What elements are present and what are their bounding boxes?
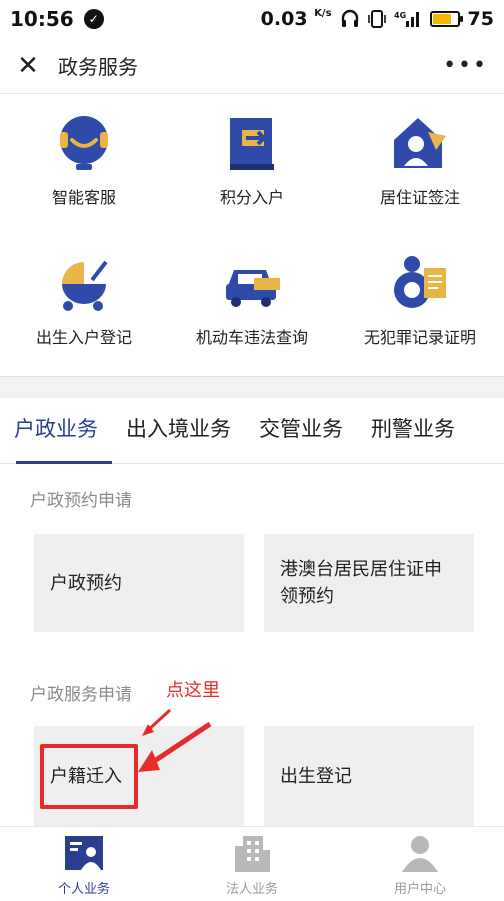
nav-label: 用户中心: [393, 882, 446, 897]
service-points-household[interactable]: 积分入户: [168, 110, 336, 208]
close-icon[interactable]: ✕: [16, 53, 40, 79]
tab-household[interactable]: 户政业务: [0, 398, 112, 464]
annotation-highlight-box: [40, 744, 138, 809]
nav-personal[interactable]: 个人业务: [0, 827, 168, 901]
annotation-hint: 点这里: [166, 680, 220, 701]
battery-fill: [432, 14, 451, 24]
vehicle-violation-icon: [226, 270, 280, 307]
service-label: 无犯罪记录证明: [363, 328, 476, 347]
title-bar: ✕ 政务服务 •••: [0, 38, 504, 94]
residence-permit-icon: [394, 118, 446, 168]
network-speed: 0.03 K/s: [260, 8, 332, 30]
service-label: 机动车违法查询: [195, 328, 308, 347]
service-label: 智能客服: [51, 188, 116, 207]
service-customer-service[interactable]: 智能客服: [0, 110, 168, 208]
battery-level: 75: [467, 8, 494, 30]
network-type: 4G: [394, 11, 406, 20]
user-icon: [402, 836, 438, 872]
headphone-icon: [341, 9, 358, 27]
no-crime-record-icon: [394, 256, 446, 308]
tab-criminal[interactable]: 刑警业务: [357, 398, 469, 464]
card-hk-macau-taiwan-appointment[interactable]: 港澳台居民居住证申领预约: [264, 534, 474, 632]
status-bar: 10:56 ✓ 0.03 K/s 4G 75: [0, 0, 504, 38]
tab-traffic[interactable]: 交管业务: [245, 398, 357, 464]
section-title-service: 户政服务申请: [30, 685, 132, 705]
nav-user-center[interactable]: 用户中心: [336, 827, 504, 901]
service-vehicle-violation[interactable]: 机动车违法查询: [168, 250, 336, 348]
services-grid: 智能客服 积分入户 居住证签注 出生入户登记 机动车违法查询 无犯罪记录证明: [0, 96, 504, 376]
more-icon[interactable]: •••: [443, 53, 488, 78]
battery-icon: [429, 11, 463, 27]
bottom-nav: 个人业务 法人业务 用户中心: [0, 826, 504, 901]
section-title-appointment: 户政预约申请: [30, 491, 132, 511]
personal-id-icon: [65, 836, 103, 870]
page-title: 政务服务: [58, 55, 138, 79]
vibrate-icon: [367, 10, 386, 28]
service-label: 居住证签注: [379, 188, 460, 207]
notification-icon: ✓: [83, 9, 104, 29]
service-label: 出生入户登记: [35, 328, 132, 347]
service-residence-permit[interactable]: 居住证签注: [336, 110, 504, 208]
customer-service-icon: [60, 116, 108, 170]
nav-corporate[interactable]: 法人业务: [168, 827, 336, 901]
signal-icon: 4G: [394, 11, 419, 27]
network-speed-unit: K/s: [314, 8, 332, 19]
category-tabs: 户政业务 出入境业务 交管业务 刑警业务: [0, 398, 504, 464]
service-label: 积分入户: [219, 188, 284, 207]
building-icon: [235, 836, 270, 872]
status-right: 0.03 K/s 4G 75: [261, 8, 494, 30]
section-divider: [0, 376, 504, 398]
card-household-appointment[interactable]: 户政预约: [34, 534, 244, 632]
status-time: 10:56: [10, 7, 74, 31]
tab-entry-exit[interactable]: 出入境业务: [112, 398, 245, 464]
nav-label: 法人业务: [225, 882, 278, 897]
birth-registration-icon: [62, 260, 108, 311]
nav-label: 个人业务: [57, 882, 110, 897]
service-no-crime-record[interactable]: 无犯罪记录证明: [336, 250, 504, 348]
points-household-icon: [230, 118, 274, 170]
service-birth-registration[interactable]: 出生入户登记: [0, 250, 168, 348]
card-birth-registration[interactable]: 出生登记: [264, 726, 474, 826]
